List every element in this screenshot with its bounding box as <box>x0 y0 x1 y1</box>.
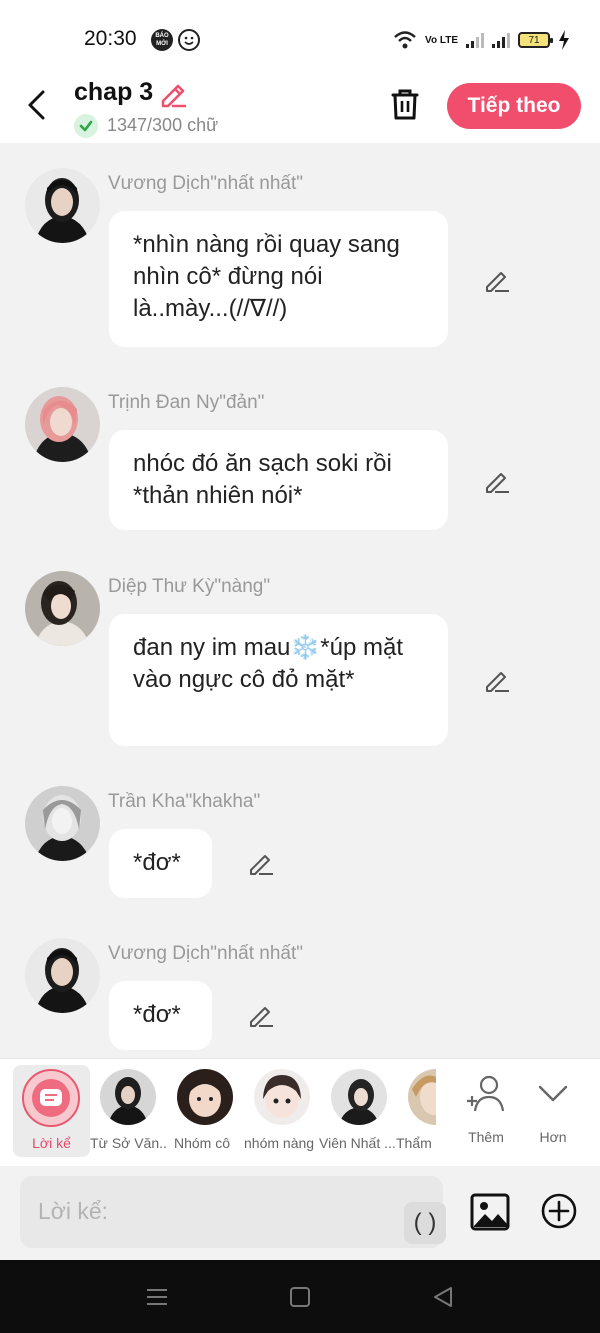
smiley-icon <box>178 29 200 51</box>
back-triangle-icon[interactable] <box>430 1284 456 1310</box>
character-name: Từ Sở Văn... <box>90 1135 168 1151</box>
add-character-label: Thêm <box>468 1129 504 1145</box>
word-count: 1347/300 chữ <box>107 115 219 135</box>
character-name: Thẩm <box>396 1135 432 1151</box>
message-bubble[interactable]: nhóc đó ăn sạch soki rồi *thản nhiên nói… <box>109 430 448 530</box>
avatar[interactable] <box>25 786 100 861</box>
edit-message-pencil-icon[interactable] <box>247 1001 275 1029</box>
news-app-badge-icon: BÁO MỚI <box>151 29 173 51</box>
collapse-label: Hơn <box>539 1129 567 1145</box>
system-nav-bar <box>0 1260 600 1333</box>
chapter-title: chap 3 <box>74 78 154 106</box>
edit-message-pencil-icon[interactable] <box>483 666 511 694</box>
sender-name: Diệp Thư Kỳ"nàng" <box>108 576 271 597</box>
chevron-down-icon[interactable] <box>532 1073 574 1115</box>
volte-indicator: Vo LTE <box>425 34 458 46</box>
character-avatar[interactable] <box>177 1069 233 1125</box>
message-bubble[interactable]: *nhìn nàng rồi quay sang nhìn cô* đừng n… <box>109 211 448 347</box>
back-button[interactable] <box>18 84 58 124</box>
trash-icon[interactable] <box>386 85 424 123</box>
avatar[interactable] <box>25 387 100 462</box>
sender-name: Vương Dịch"nhất nhất" <box>108 943 304 964</box>
wifi-icon <box>394 31 416 49</box>
next-button[interactable]: Tiếp theo <box>447 83 581 129</box>
avatar[interactable] <box>25 168 100 243</box>
image-icon[interactable] <box>470 1192 510 1232</box>
character-bar: Lời kể Từ Sở Văn... Nhóm cô nhóm nàng Vi… <box>0 1058 600 1166</box>
character-avatar[interactable] <box>254 1069 310 1125</box>
character-avatar[interactable] <box>331 1069 387 1125</box>
edit-message-pencil-icon[interactable] <box>483 266 511 294</box>
narration-input[interactable] <box>38 1198 368 1225</box>
narrator-label: Lời kể <box>32 1135 71 1151</box>
sender-name: Trịnh Đan Ny"đản" <box>108 392 265 413</box>
sender-name: Trần Kha"khakha" <box>108 791 261 812</box>
check-circle-icon <box>74 114 98 138</box>
message-bubble[interactable]: *đơ* <box>109 981 212 1050</box>
sender-name: Vương Dịch"nhất nhất" <box>108 173 304 194</box>
character-name: Nhóm cô <box>174 1135 231 1151</box>
menu-icon[interactable] <box>144 1284 170 1310</box>
character-avatar[interactable] <box>100 1069 156 1125</box>
chat-bubble-icon <box>40 1089 62 1106</box>
narrator-selector[interactable]: Lời kể <box>13 1065 90 1157</box>
battery-level: 71 <box>528 34 540 46</box>
signal-icon-2 <box>492 32 510 48</box>
character-name: Viên Nhất ... <box>319 1135 396 1151</box>
edit-message-pencil-icon[interactable] <box>483 467 511 495</box>
plus-circle-icon[interactable] <box>540 1192 578 1230</box>
narrator-inner <box>32 1079 70 1117</box>
avatar[interactable] <box>25 571 100 646</box>
character-avatar[interactable] <box>408 1069 436 1125</box>
status-bar: 20:30 BÁO MỚI Vo LTE 71 <box>0 0 600 72</box>
add-character-icon[interactable] <box>465 1073 507 1115</box>
edit-title-pencil-icon[interactable] <box>158 78 188 108</box>
message-bubble[interactable]: đan ny im mau❄️*úp mặt vào ngực cô đỏ mặ… <box>109 614 448 746</box>
home-icon[interactable] <box>287 1284 313 1310</box>
character-name: nhóm nàng <box>244 1135 315 1151</box>
message-bubble[interactable]: *đơ* <box>109 829 212 898</box>
avatar[interactable] <box>25 938 100 1013</box>
input-bar: ( ) <box>0 1166 600 1260</box>
charging-icon <box>559 30 569 50</box>
narration-input-wrapper: ( ) <box>20 1176 446 1248</box>
editor-header: chap 3 1347/300 chữ Tiếp theo <box>0 72 600 143</box>
battery-icon: 71 <box>518 32 553 48</box>
edit-message-pencil-icon[interactable] <box>247 849 275 877</box>
signal-icon <box>466 32 484 48</box>
narrator-avatar <box>22 1069 80 1127</box>
status-indicators: Vo LTE 71 <box>393 28 570 52</box>
parentheses-button[interactable]: ( ) <box>404 1202 446 1244</box>
status-time: 20:30 <box>84 27 137 50</box>
